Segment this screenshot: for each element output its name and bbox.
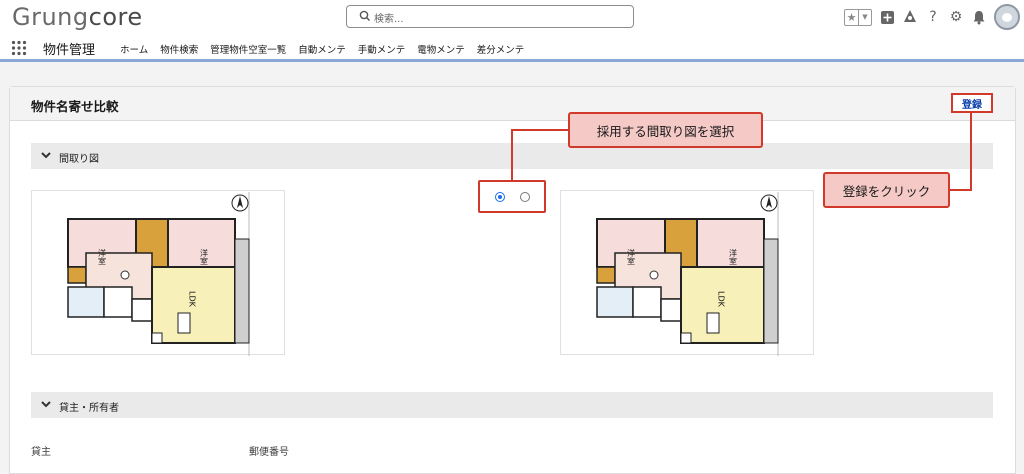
floorplan-radio-left[interactable] xyxy=(495,192,505,202)
floorplan-drawing: 洋室 洋室 LDK xyxy=(67,192,250,356)
floorplan-radio-group xyxy=(478,180,546,213)
nav-item-diff-maintenance[interactable]: 差分メンテ xyxy=(477,42,525,56)
section-label: 貸主・所有者 xyxy=(59,403,119,414)
nav-items: ホーム 物件検索 管理物件空室一覧 自動メンテ 手動メンテ 電物メンテ 差分メン… xyxy=(120,42,524,56)
annotation-connector xyxy=(970,113,972,191)
chevron-down-icon xyxy=(41,152,51,159)
annotation-select-plan: 採用する間取り図を選択 xyxy=(568,112,763,148)
card-header: 物件名寄せ比較 xyxy=(10,87,1015,121)
section-label: 間取り図 xyxy=(59,154,99,165)
annotation-connector xyxy=(511,130,513,181)
floorplan-image-2: 洋室 洋室 LDK xyxy=(560,190,814,356)
annotation-connector xyxy=(511,129,569,131)
nav-item-property-search[interactable]: 物件検索 xyxy=(160,42,198,56)
floorplan-image-1: 洋室 洋室 LDK xyxy=(31,190,285,356)
field-label-owner: 貸主 xyxy=(31,447,51,458)
star-icon[interactable]: ★ xyxy=(845,10,858,25)
svg-text:洋室: 洋室 xyxy=(200,248,209,265)
floorplan-radio-right[interactable] xyxy=(520,192,530,202)
section-header-owner[interactable]: 貸主・所有者 xyxy=(31,392,993,418)
annotation-click-register: 登録をクリック xyxy=(823,172,950,208)
svg-text:LDK: LDK xyxy=(717,291,726,308)
nav-item-home[interactable]: ホーム xyxy=(120,42,148,56)
floorplan-drawing: 洋室 洋室 LDK xyxy=(596,192,779,356)
search-input[interactable]: 検索... xyxy=(346,5,634,28)
app-launcher-icon[interactable] xyxy=(11,40,27,56)
app-nav-bar: 物件管理 ホーム 物件検索 管理物件空室一覧 自動メンテ 手動メンテ 電物メンテ… xyxy=(0,34,1024,62)
bell-icon[interactable] xyxy=(971,9,987,25)
page-title: 物件名寄せ比較 xyxy=(31,99,119,114)
search-placeholder: 検索... xyxy=(374,14,404,25)
app-name: 物件管理 xyxy=(43,43,96,58)
field-label-postal-code: 郵便番号 xyxy=(249,447,289,458)
svg-text:洋室: 洋室 xyxy=(627,248,636,265)
nav-item-electronic-maintenance[interactable]: 電物メンテ xyxy=(417,42,465,56)
trailhead-icon[interactable] xyxy=(902,9,918,25)
nav-item-manual-maintenance[interactable]: 手動メンテ xyxy=(358,42,406,56)
help-icon[interactable]: ? xyxy=(925,9,941,25)
nav-item-auto-maintenance[interactable]: 自動メンテ xyxy=(298,42,346,56)
add-icon[interactable] xyxy=(879,9,895,25)
avatar[interactable] xyxy=(994,4,1020,30)
app-logo[interactable]: Grungcore xyxy=(12,3,143,31)
header-icons: ★ ▼ ? ⚙ xyxy=(844,4,1020,30)
register-button[interactable]: 登録 xyxy=(951,93,993,113)
svg-text:LDK: LDK xyxy=(188,291,197,308)
gear-icon[interactable]: ⚙ xyxy=(948,9,964,25)
svg-text:洋室: 洋室 xyxy=(98,248,107,265)
favorites-control[interactable]: ★ ▼ xyxy=(844,8,872,26)
chevron-down-icon[interactable]: ▼ xyxy=(858,9,871,25)
nav-item-vacancy-list[interactable]: 管理物件空室一覧 xyxy=(210,42,286,56)
global-header: Grungcore 検索... ★ ▼ ? ⚙ xyxy=(0,0,1024,34)
chevron-down-icon xyxy=(41,401,51,408)
annotation-connector xyxy=(949,189,972,191)
svg-text:洋室: 洋室 xyxy=(729,248,738,265)
search-icon xyxy=(359,10,371,22)
